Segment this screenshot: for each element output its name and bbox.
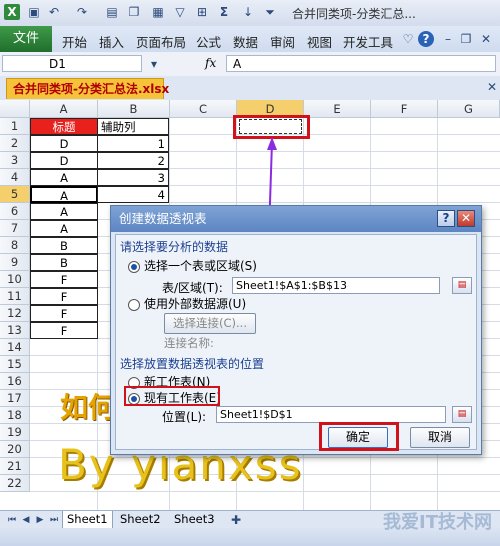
table-range-label: 表/区域(T):	[162, 281, 223, 295]
external-source-label[interactable]: 使用外部数据源(U)	[144, 295, 246, 312]
location-label: 位置(L):	[162, 410, 207, 424]
cancel-button[interactable]: 取消	[410, 427, 470, 448]
sheet-tab-1[interactable]: Sheet1	[62, 511, 113, 529]
dialog-close-button[interactable]: ✕	[457, 210, 475, 227]
sheet-tab-3[interactable]: Sheet3	[170, 511, 219, 528]
create-pivot-table-dialog: 创建数据透视表 ? ✕ 请选择要分析的数据 选择一个表或区域(S) 表/区域(T…	[110, 205, 482, 455]
location-picker-icon[interactable]: ▤	[452, 406, 472, 423]
range-picker-icon[interactable]: ▤	[452, 277, 472, 294]
radio-select-table[interactable]	[128, 261, 140, 273]
radio-external-source[interactable]	[128, 299, 140, 311]
choose-connection-button[interactable]: 选择连接(C)...	[164, 313, 256, 334]
section-analyze-data-label: 请选择要分析的数据	[120, 240, 229, 254]
watermark: 我爱IT技术网	[383, 512, 492, 533]
dialog-title[interactable]: 创建数据透视表	[111, 206, 481, 232]
existing-sheet-highlight	[124, 386, 220, 406]
last-sheet-icon[interactable]: ⏭	[46, 512, 62, 528]
ok-button-highlight	[319, 422, 399, 451]
dialog-body: 请选择要分析的数据 选择一个表或区域(S) 表/区域(T): Sheet1!$A…	[115, 234, 477, 450]
section-location-label: 选择放置数据透视表的位置	[120, 357, 265, 371]
insert-sheet-icon[interactable]: ✚	[228, 512, 244, 528]
arrow-up-head	[267, 137, 277, 150]
connection-name-label: 连接名称:	[164, 336, 214, 350]
table-range-input[interactable]: Sheet1!$A$1:$B$13	[232, 277, 440, 294]
select-table-label[interactable]: 选择一个表或区域(S)	[144, 257, 257, 274]
sheet-tab-2[interactable]: Sheet2	[116, 511, 165, 528]
dialog-help-button[interactable]: ?	[437, 210, 455, 227]
location-input[interactable]: Sheet1!$D$1	[216, 406, 446, 423]
